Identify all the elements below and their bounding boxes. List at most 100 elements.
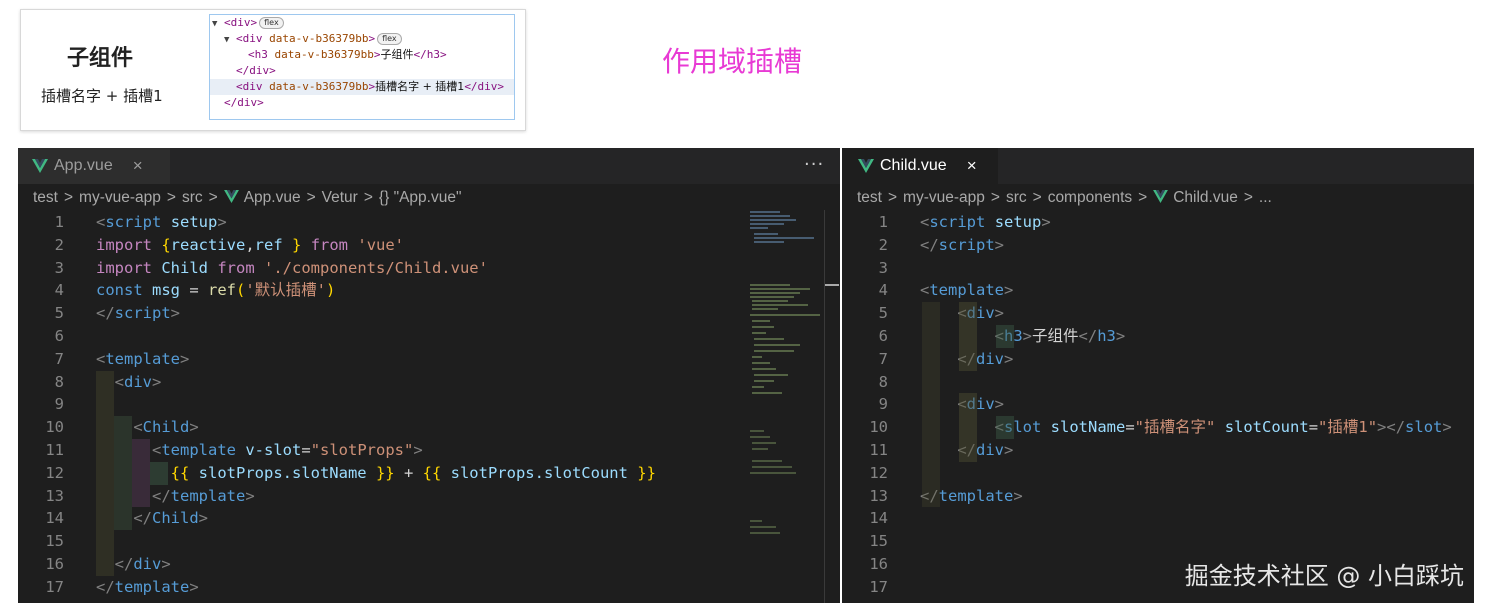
code-area[interactable]: 1 <script setup> 2 import {reactive,ref } f… <box>18 211 840 599</box>
breadcrumb-item[interactable]: {} "App.vue" <box>379 189 462 206</box>
devtools-node[interactable]: </div> <box>210 95 514 111</box>
line-number: 12 <box>869 463 888 482</box>
line-number: 13 <box>869 486 888 505</box>
devtools-attr: data-v-b36379bb <box>274 48 374 61</box>
indent-guide <box>132 439 150 508</box>
devtools-node[interactable]: ▼ <div> flex <box>210 15 514 31</box>
line-number: 3 <box>54 258 64 277</box>
line-number: 11 <box>45 440 64 459</box>
breadcrumb-item[interactable]: src <box>1006 189 1027 206</box>
line-number: 17 <box>869 577 888 596</box>
devtools-text: 子组件 <box>380 48 414 61</box>
line-number: 8 <box>878 372 888 391</box>
code-text: const msg = ref('默认插槽') <box>96 281 336 300</box>
line-number: 2 <box>878 235 888 254</box>
indent-guide <box>114 416 132 531</box>
breadcrumb-item[interactable]: test <box>33 189 58 206</box>
annotation-title: 作用域插槽 <box>662 45 803 78</box>
code-line[interactable]: 14 </Child> <box>18 507 840 530</box>
code-text: import Child from './components/Child.vu… <box>96 258 488 277</box>
devtools-text: 插槽名字 + 插槽1 <box>375 80 465 93</box>
breadcrumb-item[interactable]: test <box>857 189 882 206</box>
breadcrumb: test > my-vue-app > src > components > Child.vue… <box>857 189 1272 207</box>
more-actions-icon[interactable]: ··· <box>804 154 824 175</box>
line-number: 7 <box>878 349 888 368</box>
tab-app-vue[interactable]: App.vue × <box>18 148 170 184</box>
devtools-node[interactable]: <h3 data-v-b36379bb>子组件</h3> <box>210 47 514 63</box>
line-number: 14 <box>869 509 888 528</box>
code-line[interactable]: 3 import Child from './components/Child.v… <box>18 257 840 280</box>
code-line[interactable]: 5 </script> <box>18 302 840 325</box>
devtools-tag: <div <box>236 80 270 93</box>
code-line[interactable]: 10 <Child> <box>18 416 840 439</box>
indent-guide <box>96 370 114 576</box>
chevron-right-icon: > <box>1138 189 1148 206</box>
code-line[interactable]: 9 <box>18 393 840 416</box>
code-line[interactable]: 15 <box>842 530 1474 553</box>
chevron-right-icon: > <box>363 189 373 206</box>
chevron-right-icon: > <box>306 189 316 206</box>
code-line[interactable]: 17 </template> <box>18 576 840 599</box>
devtools-attr: data-v-b36379bb <box>269 32 369 45</box>
breadcrumb-item[interactable]: Child.vue <box>1173 189 1238 206</box>
breadcrumb-item[interactable]: components <box>1048 189 1132 206</box>
line-number: 1 <box>878 213 888 231</box>
code-line[interactable]: 4 const msg = ref('默认插槽') <box>18 279 840 302</box>
code-line[interactable]: 1 <script setup> <box>18 211 840 234</box>
line-number: 5 <box>54 304 64 323</box>
editor-child-vue: Child.vue × test > my-vue-app > src > componen… <box>842 148 1474 603</box>
expand-triangle-icon[interactable]: ▼ <box>212 16 224 32</box>
code-text: <template> <box>96 349 190 368</box>
flex-badge[interactable]: flex <box>259 17 284 29</box>
breadcrumb-item[interactable]: Vetur <box>322 189 358 206</box>
devtools-node[interactable]: </div> <box>210 63 514 79</box>
code-line[interactable]: 8 <div> <box>18 371 840 394</box>
breadcrumb-item[interactable]: my-vue-app <box>79 189 161 206</box>
code-line[interactable]: 15 <box>18 530 840 553</box>
code-line[interactable]: 1 <script setup> <box>842 211 1474 234</box>
chevron-right-icon: > <box>166 189 176 206</box>
close-icon[interactable]: × <box>967 156 977 176</box>
scroll-position-marker <box>825 284 839 286</box>
breadcrumb-item[interactable]: my-vue-app <box>903 189 985 206</box>
minimap[interactable] <box>748 208 828 603</box>
code-line[interactable]: 6 <box>18 325 840 348</box>
line-number: 16 <box>45 554 64 573</box>
breadcrumb-item[interactable]: ... <box>1259 189 1272 206</box>
watermark: 掘金技术社区 @ 小白踩坑 <box>1184 562 1464 590</box>
devtools-tag: <h3 <box>248 48 275 61</box>
line-number: 15 <box>45 532 64 551</box>
flex-badge[interactable]: flex <box>377 33 402 45</box>
chevron-right-icon: > <box>887 189 898 206</box>
code-line[interactable]: 7 <template> <box>18 348 840 371</box>
devtools-tag: </div> <box>224 96 264 109</box>
code-line[interactable]: 3 <box>842 257 1474 280</box>
code-line[interactable]: 2 </script> <box>842 234 1474 257</box>
code-text: </script> <box>96 304 181 323</box>
breadcrumb-item[interactable]: src <box>182 189 203 206</box>
editor-app-vue: App.vue × ··· test > my-vue-app > src > App.vu… <box>18 148 840 603</box>
code-line[interactable]: 4 <template> <box>842 279 1474 302</box>
devtools-node[interactable]: <div data-v-b36379bb>插槽名字 + 插槽1</div> <box>210 79 514 95</box>
tab-child-vue[interactable]: Child.vue × <box>842 148 998 184</box>
devtools-node[interactable]: ▼ <div data-v-b36379bb> flex <box>210 31 514 47</box>
scrollbar[interactable] <box>824 210 825 603</box>
line-number: 15 <box>869 532 888 551</box>
chevron-right-icon: > <box>1243 189 1253 206</box>
line-number: 8 <box>54 372 64 391</box>
indent-guide <box>996 325 1014 348</box>
code-line[interactable]: 2 import {reactive,ref } from 'vue' <box>18 234 840 257</box>
line-number: 17 <box>45 577 64 596</box>
indent-guide <box>959 302 977 371</box>
breadcrumb-item[interactable]: App.vue <box>244 189 301 206</box>
chevron-right-icon: > <box>63 189 74 206</box>
line-number: 16 <box>869 554 888 573</box>
close-icon[interactable]: × <box>133 156 143 176</box>
code-text: <h3>子组件</h3> <box>994 326 1126 345</box>
code-line[interactable]: 16 </div> <box>18 553 840 576</box>
code-line[interactable]: 14 <box>842 507 1474 530</box>
tab-label: Child.vue <box>880 157 947 174</box>
tab-bar: App.vue × ··· <box>18 148 840 184</box>
expand-triangle-icon[interactable]: ▼ <box>224 32 236 48</box>
devtools-tag: <div> <box>224 16 258 29</box>
